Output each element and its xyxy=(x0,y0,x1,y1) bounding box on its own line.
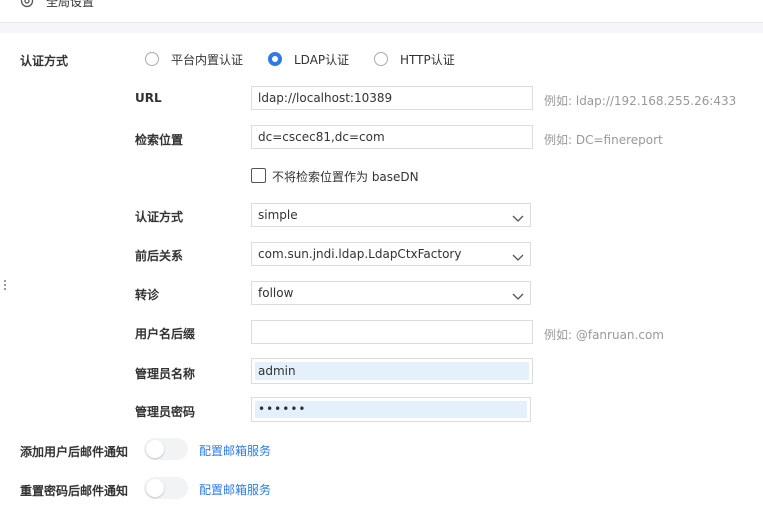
section-divider xyxy=(0,23,763,33)
radio-label: 平台内置认证 xyxy=(171,52,244,67)
referral-label: 转诊 xyxy=(135,288,160,302)
username-suffix-input[interactable] xyxy=(251,320,533,344)
notify-add-user-toggle[interactable] xyxy=(144,438,188,460)
configure-mail-link[interactable]: 配置邮箱服务 xyxy=(199,481,271,498)
search-base-input[interactable]: dc=cscec81,dc=com xyxy=(251,125,533,149)
url-label: URL xyxy=(135,91,162,105)
admin-name-value: admin xyxy=(255,362,529,380)
page-title: 全局设置 xyxy=(46,0,95,9)
radio-circle-checked-icon xyxy=(268,52,282,66)
not-as-basedn-label: 不将检索位置作为 baseDN xyxy=(272,170,419,184)
username-suffix-label: 用户名后缀 xyxy=(135,327,196,341)
select-value: com.sun.jndi.ldap.LdapCtxFactory xyxy=(258,247,462,261)
chevron-down-icon xyxy=(512,209,524,222)
url-input[interactable]: ldap://localhost:10389 xyxy=(251,86,533,110)
admin-password-input[interactable]: •••••• xyxy=(251,397,531,422)
notify-reset-pwd-toggle[interactable] xyxy=(144,477,188,499)
radio-label: HTTP认证 xyxy=(400,52,455,67)
chevron-down-icon xyxy=(512,287,524,300)
radio-http-auth[interactable]: HTTP认证 xyxy=(374,50,455,68)
gear-icon xyxy=(20,0,34,8)
username-suffix-hint: 例如: @fanruan.com xyxy=(544,328,664,342)
configure-mail-link[interactable]: 配置邮箱服务 xyxy=(199,442,271,459)
not-as-basedn-checkbox[interactable] xyxy=(251,168,266,183)
chevron-down-icon xyxy=(512,248,524,261)
context-label: 前后关系 xyxy=(135,249,184,263)
auth-method-select[interactable]: simple xyxy=(251,203,531,227)
referral-select[interactable]: follow xyxy=(251,281,531,305)
radio-circle-icon xyxy=(374,52,388,66)
radio-label: LDAP认证 xyxy=(294,52,350,67)
auth-method-field-label: 认证方式 xyxy=(135,210,184,224)
auth-method-label: 认证方式 xyxy=(20,54,69,68)
drag-handle-icon[interactable] xyxy=(3,280,7,294)
radio-circle-icon xyxy=(145,52,159,66)
admin-name-input[interactable]: admin xyxy=(251,358,533,384)
select-value: follow xyxy=(258,286,294,300)
context-select[interactable]: com.sun.jndi.ldap.LdapCtxFactory xyxy=(251,242,531,266)
header-bar: 全局设置 xyxy=(0,0,763,23)
radio-builtin-auth[interactable]: 平台内置认证 xyxy=(145,50,243,68)
admin-password-value: •••••• xyxy=(255,401,527,418)
radio-ldap-auth[interactable]: LDAP认证 xyxy=(268,50,349,68)
admin-name-label: 管理员名称 xyxy=(135,367,196,381)
notify-add-user-label: 添加用户后邮件通知 xyxy=(20,445,129,459)
url-hint: 例如: ldap://192.168.255.26:433 xyxy=(544,94,737,108)
select-value: simple xyxy=(258,208,298,222)
admin-password-label: 管理员密码 xyxy=(135,405,196,419)
search-base-hint: 例如: DC=finereport xyxy=(544,133,663,147)
notify-reset-pwd-label: 重置密码后邮件通知 xyxy=(20,484,129,498)
search-base-label: 检索位置 xyxy=(135,133,184,147)
toggle-knob xyxy=(146,479,164,497)
toggle-knob xyxy=(146,440,164,458)
